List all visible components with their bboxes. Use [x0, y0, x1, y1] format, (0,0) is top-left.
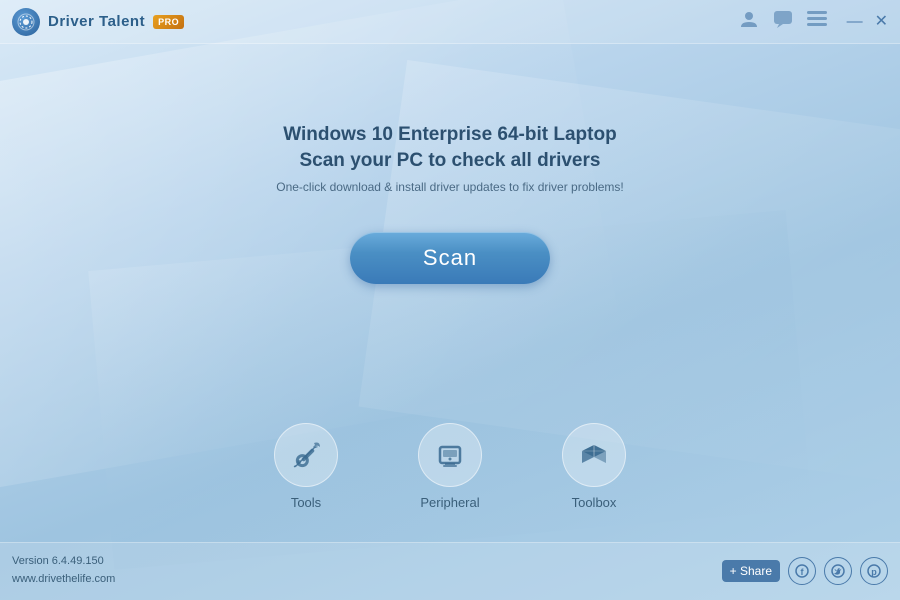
- peripheral-item[interactable]: Peripheral: [418, 423, 482, 510]
- minimize-button[interactable]: —: [847, 14, 863, 30]
- menu-icon[interactable]: [807, 11, 827, 32]
- system-subtitle: Scan your PC to check all drivers: [276, 150, 623, 172]
- svg-text:p: p: [871, 567, 877, 577]
- titlebar-left: Driver Talent PRO: [12, 8, 184, 36]
- svg-text:f: f: [801, 567, 805, 577]
- pinterest-button[interactable]: p: [860, 557, 888, 585]
- system-title: Windows 10 Enterprise 64-bit Laptop: [276, 124, 623, 146]
- toolbox-icon: [562, 423, 626, 487]
- tools-item[interactable]: Tools: [274, 423, 338, 510]
- titlebar: Driver Talent PRO — ✕: [0, 0, 900, 44]
- close-button[interactable]: ✕: [875, 14, 888, 30]
- system-info: Windows 10 Enterprise 64-bit Laptop Scan…: [276, 124, 623, 194]
- peripheral-label: Peripheral: [420, 495, 479, 510]
- titlebar-right: — ✕: [739, 9, 888, 34]
- user-icon[interactable]: [739, 9, 759, 34]
- app-title: Driver Talent: [48, 13, 145, 30]
- chat-icon[interactable]: [773, 10, 793, 33]
- peripheral-icon: [418, 423, 482, 487]
- bottom-icons-container: Tools Peripheral Toolbox: [0, 423, 900, 510]
- share-button[interactable]: + Share: [722, 560, 780, 582]
- toolbox-label: Toolbox: [572, 495, 617, 510]
- main-content: Windows 10 Enterprise 64-bit Laptop Scan…: [0, 44, 900, 284]
- website-text: www.drivethelife.com: [12, 571, 115, 589]
- toolbox-item[interactable]: Toolbox: [562, 423, 626, 510]
- pro-badge: PRO: [153, 15, 184, 29]
- version-info: Version 6.4.49.150 www.drivethelife.com: [12, 553, 115, 588]
- scan-button[interactable]: Scan: [350, 232, 550, 284]
- system-desc: One-click download & install driver upda…: [276, 180, 623, 194]
- bottom-bar: Version 6.4.49.150 www.drivethelife.com …: [0, 542, 900, 600]
- tools-label: Tools: [291, 495, 321, 510]
- version-text: Version 6.4.49.150: [12, 553, 115, 571]
- tools-icon: [274, 423, 338, 487]
- app-icon: [12, 8, 40, 36]
- facebook-button[interactable]: f: [788, 557, 816, 585]
- twitter-button[interactable]: [824, 557, 852, 585]
- social-links: + Share f p: [722, 557, 888, 585]
- window-controls: — ✕: [847, 14, 888, 30]
